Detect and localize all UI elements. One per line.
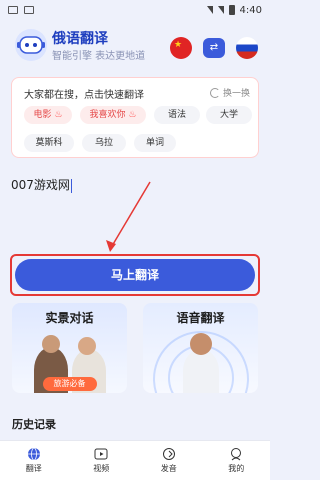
status-left (8, 6, 34, 14)
translate-input-area[interactable]: 007游戏网 (11, 166, 259, 246)
china-flag-icon[interactable]: ★ (170, 37, 192, 59)
app-header: 俄语翻译 智能引擎 表达更地道 ★ ⇄ (0, 22, 270, 78)
russia-flag-icon[interactable] (236, 37, 258, 59)
fire-icon: ♨ (128, 110, 137, 120)
refresh-label: 换一换 (222, 89, 250, 99)
person-head-image (190, 333, 212, 355)
play-icon (94, 448, 108, 460)
tag-university[interactable]: 大学 (206, 106, 252, 124)
translate-button-highlight: 马上翻译 (10, 254, 260, 296)
tab-translate[interactable]: 翻译 (0, 441, 68, 480)
person-head-image (78, 337, 96, 355)
battery-icon (228, 5, 235, 15)
tag-label: 乌拉 (94, 138, 113, 148)
translate-input[interactable]: 007游戏网 (11, 176, 72, 193)
tag-word[interactable]: 单词 (134, 134, 176, 152)
brand-title: 俄语翻译 (52, 31, 108, 47)
tag-label: 电影 (33, 110, 52, 120)
hot-tag-i-like-you[interactable]: 我喜欢你 ♨ (80, 106, 146, 124)
history-title: 历史记录 (12, 418, 56, 431)
feature-badge: 旅游必备 (42, 377, 97, 391)
refresh-icon (209, 87, 220, 98)
feature-scene-dialogue[interactable]: 实景对话 旅游必备 (12, 303, 127, 393)
refresh-button[interactable]: 换一换 (209, 86, 250, 99)
sound-icon (162, 448, 175, 460)
hot-search-title: 大家都在搜，点击快速翻译 (24, 90, 144, 101)
translate-button[interactable]: 马上翻译 (15, 259, 255, 291)
tab-label: 发音 (160, 464, 177, 473)
status-time: 4:40 (239, 4, 262, 16)
feature-title: 语音翻译 (176, 311, 225, 325)
status-right: 4:40 (206, 4, 262, 16)
robot-logo-icon (15, 29, 47, 61)
brand-subtitle: 智能引擎 表达更地道 (52, 51, 146, 62)
bottom-tab-bar: 翻译 视频 发音 我的 (0, 440, 270, 480)
tag-label: 大学 (219, 110, 238, 120)
tag-label: 单词 (145, 138, 164, 148)
user-icon (231, 448, 242, 461)
swap-language-button[interactable]: ⇄ (203, 38, 225, 58)
tag-moscow[interactable]: 莫斯科 (24, 134, 74, 152)
feature-title: 实景对话 (45, 311, 94, 325)
signal-icon (217, 6, 224, 14)
fire-icon: ♨ (54, 110, 63, 120)
tag-ural[interactable]: 乌拉 (82, 134, 126, 152)
notification-icon (8, 6, 18, 14)
text-caret (70, 178, 72, 193)
person-image (183, 349, 219, 393)
tag-grammar[interactable]: 语法 (154, 106, 200, 124)
hot-tag-movie[interactable]: 电影 ♨ (24, 106, 72, 124)
input-value: 007游戏网 (11, 178, 70, 192)
tab-pronunciation[interactable]: 发音 (135, 441, 203, 480)
tag-label: 语法 (167, 110, 186, 120)
hot-search-card: 大家都在搜，点击快速翻译 换一换 电影 ♨ 我喜欢你 ♨ 语法 大学 莫斯科 乌… (11, 77, 259, 158)
app-notification-icon (24, 6, 34, 14)
tab-label: 翻译 (25, 464, 42, 473)
globe-icon (27, 447, 40, 461)
feature-voice-translate[interactable]: 语音翻译 (143, 303, 258, 393)
tab-label: 我的 (228, 464, 245, 473)
tab-video[interactable]: 视频 (68, 441, 136, 480)
tag-label: 我喜欢你 (89, 110, 126, 120)
tab-mine[interactable]: 我的 (203, 441, 271, 480)
tab-label: 视频 (93, 464, 110, 473)
tag-label: 莫斯科 (35, 138, 63, 148)
person-head-image (42, 335, 60, 353)
wifi-icon (206, 6, 213, 14)
status-bar: 4:40 (0, 0, 270, 20)
